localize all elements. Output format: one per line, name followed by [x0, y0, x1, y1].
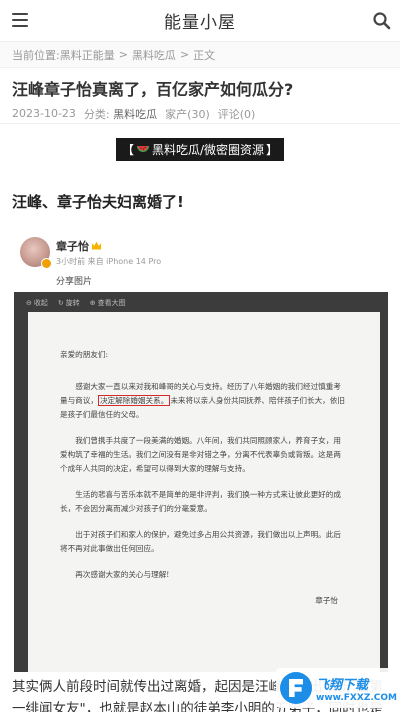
breadcrumb-prefix: 当前位置: — [12, 48, 60, 62]
doc-paragraph-4: 出于对孩子们和家人的保护，避免过多占用公共资源，我们做出以上声明。此后将不再对此… — [60, 530, 341, 553]
site-title[interactable]: 能量小屋 — [164, 8, 236, 33]
post-header: 章子怡 3小时前 来自 iPhone 14 Pro — [12, 234, 388, 270]
breadcrumb: 当前位置: 黑料正能量 > 黑料吃瓜 > 正文 — [0, 42, 400, 68]
watermark-line1: 飞翔下载 — [316, 677, 369, 693]
rotate-tool: ↻ 旋转 — [57, 299, 80, 307]
category-link[interactable]: 黑料吃瓜 — [113, 108, 157, 121]
doc-signature: 章子怡 — [315, 596, 338, 605]
crown-icon — [92, 241, 101, 250]
view-large-tool: ⊕ 查看大图 — [89, 299, 126, 307]
doc-greeting: 亲爱的朋友们: — [60, 350, 109, 359]
post-share-text: 分享图片 — [56, 277, 93, 287]
post-user-name: 章子怡 — [56, 239, 89, 253]
search-icon[interactable] — [372, 11, 392, 31]
article-title: 汪峰章子怡真离了，百亿家产如何瓜分? — [12, 80, 294, 99]
statement-document: 亲爱的朋友们: 感谢大家一直以来对我和峰哥的关心与支持。经历了八年婚姻的我们经过… — [28, 312, 380, 672]
banner-bracket-open: 【 — [121, 143, 134, 157]
banner-wrap: 【 黑料吃瓜/微密圈资源 】 — [0, 138, 400, 161]
article-date: 2023-10-23 — [12, 107, 76, 120]
image-toolbar: ⊖ 收起 ↻ 旋转 ⊕ 查看大图 — [26, 298, 126, 308]
post-image-frame: ⊖ 收起 ↻ 旋转 ⊕ 查看大图 亲爱的朋友们: 感谢大家一直以来对我和峰哥的关心与支… — [14, 292, 388, 672]
views-count: 家产(30) — [165, 107, 210, 121]
verified-badge-icon — [41, 258, 52, 269]
embedded-post-image[interactable]: 章子怡 3小时前 来自 iPhone 14 Pro 分享图片 ⊖ 收起 ↻ 旋转 ⊕… — [12, 234, 388, 672]
article-meta: 2023-10-23 分类: 黑料吃瓜 家产(30) 评论(0) — [0, 102, 400, 124]
post-sub-info: 3小时前 来自 iPhone 14 Pro — [56, 256, 162, 266]
breadcrumb-item-current: 正文 — [193, 48, 216, 62]
breadcrumb-item-category[interactable]: 黑料吃瓜 — [132, 47, 176, 63]
collapse-tool: ⊖ 收起 — [26, 299, 48, 307]
doc-paragraph-1: 感谢大家一直以来对我和峰哥的关心与支持。经历了八年婚姻的我们经过慎重考量与商议，… — [60, 382, 345, 419]
top-header: 能量小屋 — [0, 0, 400, 42]
comments-count[interactable]: 评论(0) — [218, 106, 256, 122]
watermark-logo-icon — [280, 672, 312, 704]
banner-text: 黑料吃瓜/微密圈资源 — [151, 143, 265, 157]
avatar — [20, 237, 52, 269]
rotate-icon: ↻ — [57, 299, 64, 307]
watermark-line2: www.FXXZ.COM — [316, 692, 397, 703]
banner-bracket-close: 】 — [266, 143, 279, 157]
doc-paragraph-2: 我们曾携手共度了一段美满的婚姻。八年间，我们共同照顾家人，养育子女，用爱构筑了幸… — [60, 436, 341, 473]
view-large-icon: ⊕ — [89, 299, 96, 307]
site-watermark: 飞翔下载 www.FXXZ.COM — [276, 668, 397, 708]
doc-paragraph-5: 再次感谢大家的关心与理解! — [75, 570, 170, 579]
resource-banner[interactable]: 【 黑料吃瓜/微密圈资源 】 — [115, 138, 285, 161]
section-subhead: 汪峰、章子怡夫妇离婚了! — [12, 193, 184, 211]
collapse-icon: ⊖ — [26, 299, 32, 307]
menu-icon[interactable] — [12, 13, 28, 27]
watermelon-icon — [136, 145, 149, 152]
doc-paragraph-3: 生活的悲喜与苦乐本就不是简单的是非评判，我们换一种方式来让彼此更好的成长，不会因… — [60, 490, 341, 513]
breadcrumb-separator: > — [118, 48, 128, 61]
category-label: 分类: 黑料吃瓜 — [83, 107, 158, 121]
post-user: 章子怡 3小时前 来自 iPhone 14 Pro — [56, 238, 161, 267]
breadcrumb-item-home[interactable]: 黑料正能量 — [60, 47, 115, 63]
doc-highlight: 决定解除婚姻关系。 — [97, 395, 171, 406]
breadcrumb-separator: > — [179, 48, 190, 61]
